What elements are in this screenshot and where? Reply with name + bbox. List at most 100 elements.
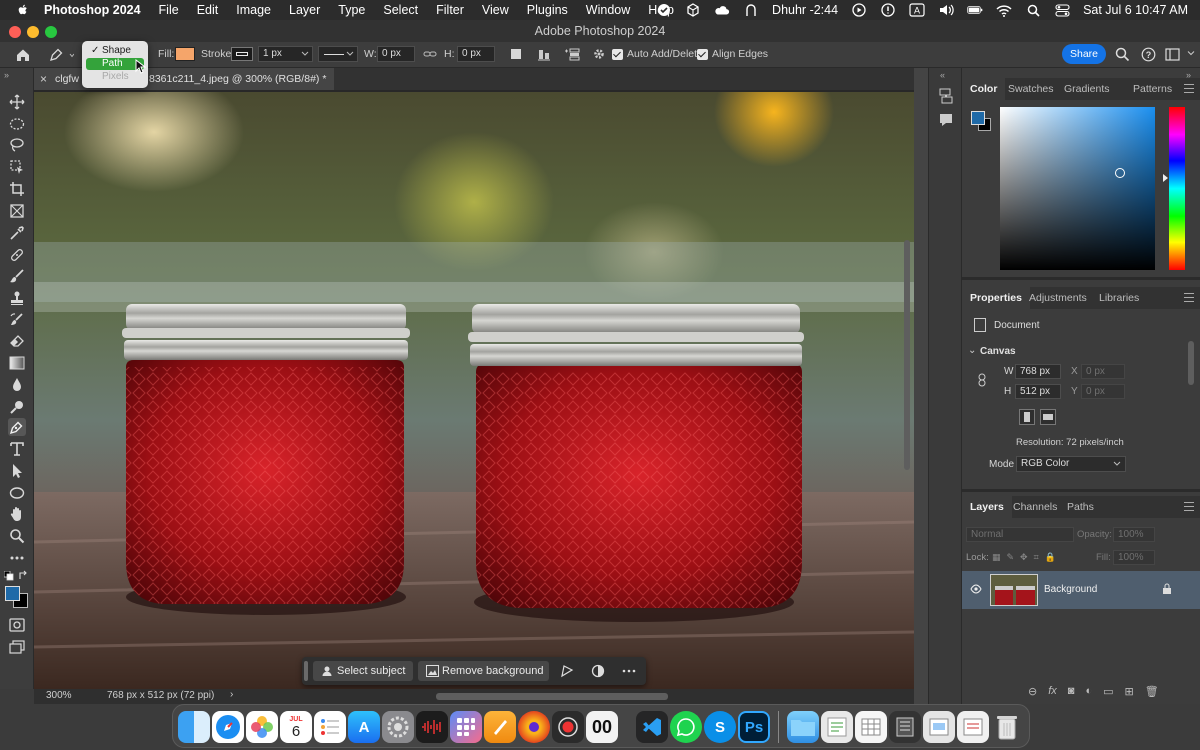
- path-alignment-icon[interactable]: [537, 47, 551, 64]
- stroke-color-swatch[interactable]: [231, 47, 253, 61]
- quick-mask-icon[interactable]: [8, 616, 26, 634]
- pen-tool-icon[interactable]: [8, 418, 26, 436]
- stroke-type-dropdown[interactable]: [318, 46, 358, 62]
- voice-memos-icon[interactable]: [416, 711, 448, 743]
- tab-patterns[interactable]: Patterns: [1125, 78, 1180, 100]
- layers-panel-menu-icon[interactable]: [1184, 502, 1194, 511]
- system-settings-icon[interactable]: [382, 711, 414, 743]
- canvas-area[interactable]: [34, 90, 914, 689]
- eyedropper-tool-icon[interactable]: [8, 224, 26, 242]
- vscode-icon[interactable]: [636, 711, 668, 743]
- pen-tool-preset-icon[interactable]: [48, 47, 75, 66]
- properties-panel-menu-icon[interactable]: [1184, 293, 1194, 302]
- link-icon[interactable]: [423, 48, 437, 63]
- document-stack-icon[interactable]: [821, 711, 853, 743]
- delete-layer-icon[interactable]: 🗑: [1145, 685, 1159, 698]
- path-arrangement-icon[interactable]: [563, 47, 581, 64]
- folder-icon[interactable]: [787, 711, 819, 743]
- canvas-width-input[interactable]: 768 px: [1015, 364, 1061, 379]
- menu-image[interactable]: Image: [236, 3, 271, 17]
- tab-paths[interactable]: Paths: [1059, 496, 1102, 518]
- control-center-icon[interactable]: [1054, 3, 1070, 17]
- app-name-menu[interactable]: Photoshop 2024: [44, 3, 141, 17]
- hue-slider[interactable]: [1163, 107, 1185, 270]
- history-panel-icon[interactable]: [938, 88, 954, 107]
- color-picker-field[interactable]: [1000, 107, 1155, 270]
- home-icon[interactable]: [14, 46, 32, 67]
- adjustment-icon[interactable]: [591, 664, 605, 681]
- share-button[interactable]: Share: [1062, 44, 1106, 64]
- tab-color[interactable]: Color: [962, 78, 1006, 100]
- more-tools-icon[interactable]: [8, 549, 26, 567]
- blur-tool-icon[interactable]: [8, 376, 26, 394]
- stroke-width-field[interactable]: 1 px: [258, 46, 313, 62]
- photos-icon[interactable]: [246, 711, 278, 743]
- move-tool-icon[interactable]: [8, 93, 26, 111]
- layer-row-background[interactable]: Background: [962, 571, 1200, 609]
- tab-swatches[interactable]: Swatches: [1000, 78, 1062, 100]
- path-operations-icon[interactable]: [510, 48, 522, 63]
- drag-handle[interactable]: [304, 661, 308, 681]
- chevron-down-icon[interactable]: ⌄: [968, 345, 976, 356]
- expand-panels-icon[interactable]: «: [940, 70, 945, 80]
- gradient-tool-icon[interactable]: [8, 354, 26, 372]
- color-panel-foreground-swatch[interactable]: [971, 111, 985, 125]
- menu-file[interactable]: File: [159, 3, 179, 17]
- app-store-icon[interactable]: A: [348, 711, 380, 743]
- hazard-icon[interactable]: [880, 3, 896, 17]
- color-mode-dropdown[interactable]: RGB Color: [1016, 456, 1126, 472]
- spotlight-search-icon[interactable]: [1025, 3, 1041, 17]
- apple-icon[interactable]: [16, 3, 30, 17]
- screen-mode-icon[interactable]: [8, 638, 26, 656]
- play-icon[interactable]: [851, 3, 867, 17]
- align-edges-checkbox[interactable]: [697, 49, 708, 60]
- adjustment-layer-icon[interactable]: ◐: [1085, 685, 1092, 698]
- select-subject-button[interactable]: Select subject: [313, 661, 413, 681]
- help-icon[interactable]: ?: [1141, 47, 1156, 65]
- swap-colors-icon[interactable]: [18, 570, 29, 584]
- fill-color-swatch[interactable]: [175, 47, 195, 61]
- menu-plugins[interactable]: Plugins: [527, 3, 568, 17]
- link-layers-icon[interactable]: ⊖: [1028, 685, 1037, 698]
- downloads-stack-icon[interactable]: [923, 711, 955, 743]
- workspace-icon[interactable]: [1165, 47, 1180, 65]
- prayer-time[interactable]: Dhuhr -2:44: [772, 3, 838, 17]
- new-layer-icon[interactable]: ⊞: [1125, 685, 1134, 698]
- screen-recorder-icon[interactable]: [552, 711, 584, 743]
- color-picker-handle[interactable]: [1115, 168, 1125, 178]
- mode-option-shape[interactable]: ✓ Shape: [86, 45, 144, 57]
- marquee-tool-icon[interactable]: [8, 115, 26, 133]
- zoom-tool-icon[interactable]: [8, 527, 26, 545]
- add-mask-icon[interactable]: ◙: [1068, 685, 1075, 698]
- calendar-icon[interactable]: JUL 6: [280, 711, 312, 743]
- eraser-tool-icon[interactable]: [8, 332, 26, 350]
- more-options-icon[interactable]: [622, 664, 636, 681]
- document-image[interactable]: [34, 92, 914, 689]
- type-tool-icon[interactable]: [8, 440, 26, 458]
- clock[interactable]: Sat Jul 6 10:47 AM: [1083, 3, 1188, 17]
- foreground-color-swatch[interactable]: [5, 586, 20, 601]
- volume-icon[interactable]: [938, 3, 954, 17]
- menu-filter[interactable]: Filter: [436, 3, 464, 17]
- clock-app-icon[interactable]: 00: [586, 711, 618, 743]
- spreadsheet-stack-icon[interactable]: [855, 711, 887, 743]
- properties-scrollbar[interactable]: [1188, 341, 1194, 385]
- layer-style-icon[interactable]: fx: [1048, 685, 1057, 698]
- canvas-section-title[interactable]: Canvas: [980, 346, 1016, 357]
- mosque-icon[interactable]: [743, 3, 759, 17]
- finder-icon[interactable]: [178, 711, 210, 743]
- photoshop-icon[interactable]: Ps: [738, 711, 770, 743]
- menu-edit[interactable]: Edit: [197, 3, 219, 17]
- clone-stamp-tool-icon[interactable]: [8, 289, 26, 307]
- menu-type[interactable]: Type: [338, 3, 365, 17]
- menu-select[interactable]: Select: [383, 3, 418, 17]
- comments-panel-icon[interactable]: [938, 112, 954, 131]
- landscape-orientation-button[interactable]: [1040, 409, 1056, 425]
- height-input[interactable]: 0 px: [457, 46, 495, 62]
- skype-icon[interactable]: S: [704, 711, 736, 743]
- input-source-icon[interactable]: A: [909, 3, 925, 17]
- chevron-right-icon[interactable]: ›: [230, 689, 233, 700]
- checkmark-icon[interactable]: [656, 3, 672, 17]
- transform-icon[interactable]: [560, 664, 574, 681]
- vertical-scrollbar[interactable]: [904, 240, 910, 470]
